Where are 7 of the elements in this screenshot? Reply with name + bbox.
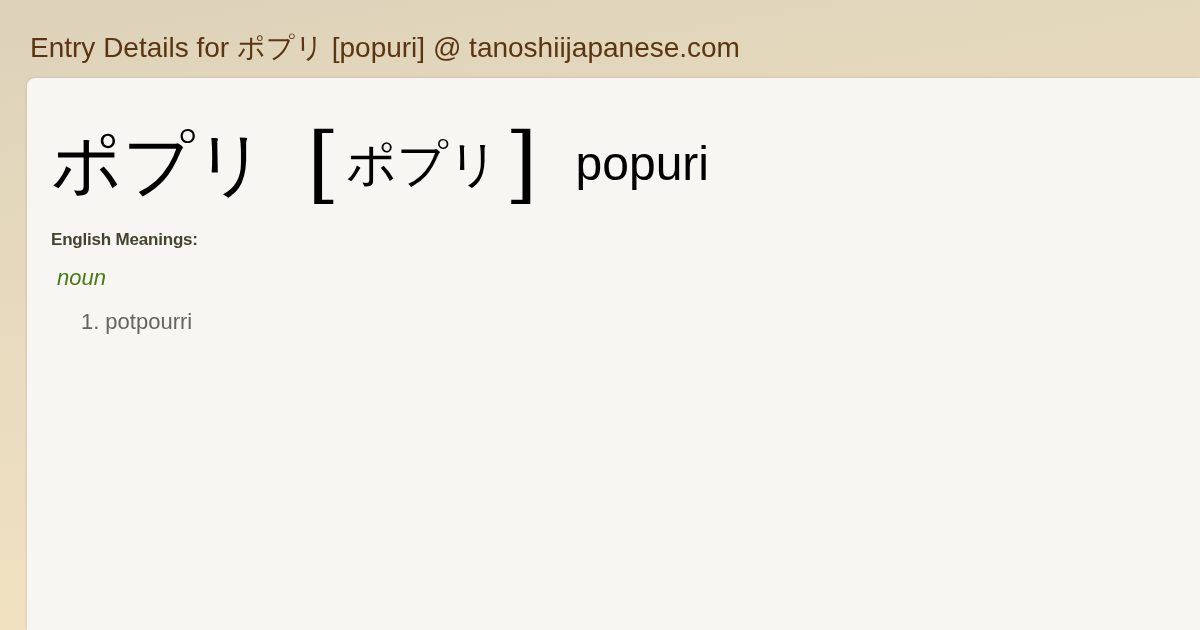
- romaji-text: popuri: [575, 136, 709, 192]
- meanings-heading: English Meanings:: [51, 230, 198, 250]
- sense-number: 1.: [81, 309, 100, 335]
- sense-text: potpourri: [105, 309, 193, 335]
- headword: ポプリ: [51, 124, 267, 204]
- page-title: Entry Details for ポプリ [popuri] @ tanoshiijapanese.com: [30, 31, 740, 65]
- part-of-speech: noun: [57, 265, 106, 291]
